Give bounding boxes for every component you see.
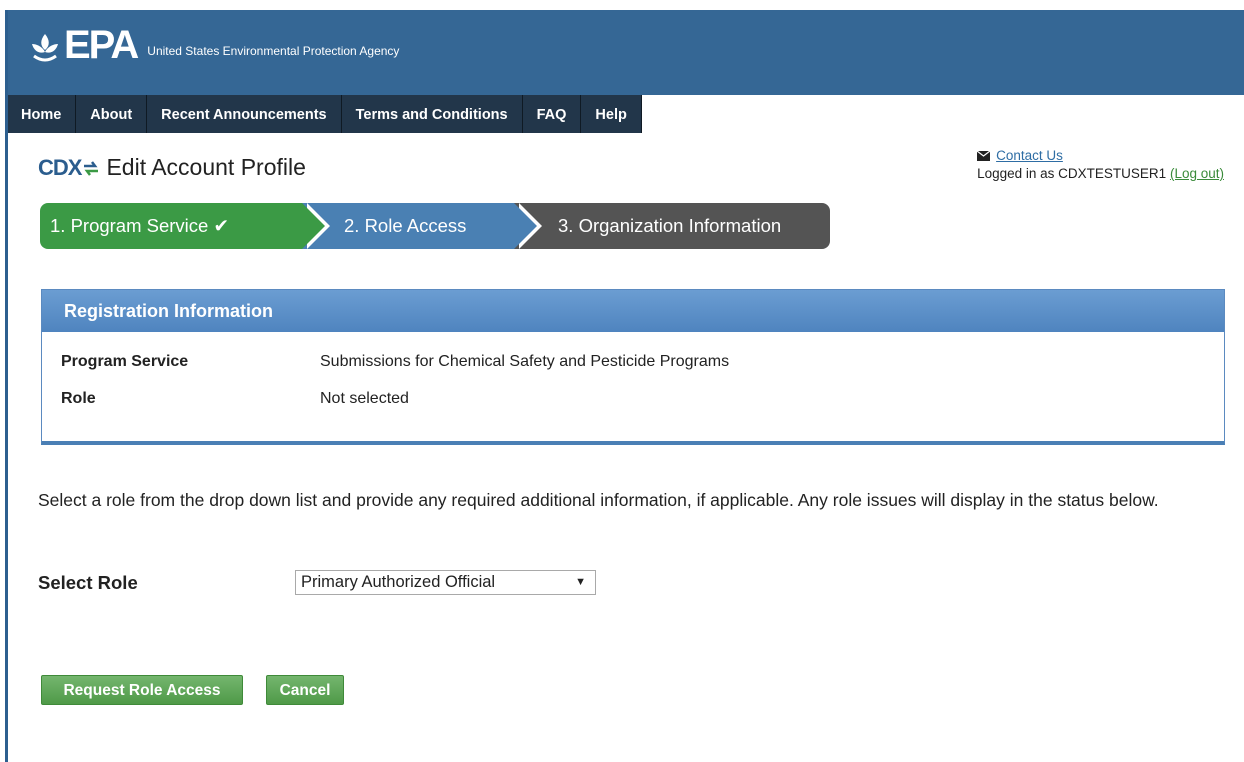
step-role-access[interactable]: 2. Role Access <box>302 203 542 249</box>
epa-wordmark: EPA <box>64 23 139 67</box>
nav-terms-and-conditions[interactable]: Terms and Conditions <box>341 95 523 133</box>
role-value: Not selected <box>320 390 409 407</box>
masthead: EPA United States Environmental Protecti… <box>8 10 1244 95</box>
epa-logo[interactable]: EPA United States Environmental Protecti… <box>30 23 400 67</box>
program-service-label: Program Service <box>61 353 189 370</box>
registration-information-panel: Registration Information Program Service… <box>41 289 1225 445</box>
page-container: EPA United States Environmental Protecti… <box>5 10 1244 762</box>
step-1-label: 1. Program Service <box>50 215 209 236</box>
role-select-value: Primary Authorized Official <box>301 573 496 591</box>
cdx-exchange-arrows-icon <box>84 160 99 176</box>
step-program-service[interactable]: 1. Program Service ✔ <box>40 203 330 249</box>
cdx-wordmark: CDX <box>38 154 82 180</box>
step-3-label: 3. Organization Information <box>558 215 782 236</box>
contact-us-row: Contact Us <box>977 148 1224 163</box>
logout-link[interactable]: (Log out) <box>1170 166 1224 181</box>
envelope-icon <box>977 150 991 161</box>
instructions-text: Select a role from the drop down list an… <box>38 490 1159 510</box>
request-role-access-button[interactable]: Request Role Access <box>41 675 243 705</box>
logged-in-text: Logged in as CDXTESTUSER1 <box>977 166 1167 181</box>
nav-recent-announcements[interactable]: Recent Announcements <box>147 95 342 133</box>
program-service-row: Program Service Submissions for Chemical… <box>61 353 729 371</box>
logged-in-status: Logged in as CDXTESTUSER1 (Log out) <box>977 166 1224 181</box>
nav-faq[interactable]: FAQ <box>522 95 582 133</box>
panel-heading: Registration Information <box>42 290 1224 332</box>
select-role-label: Select Role <box>38 571 138 593</box>
program-service-value: Submissions for Chemical Safety and Pest… <box>320 353 730 370</box>
dropdown-caret-icon: ▼ <box>575 576 586 588</box>
checkmark-icon: ✔ <box>213 215 229 236</box>
nav-home[interactable]: Home <box>8 95 77 133</box>
role-select[interactable]: Primary Authorized Official ▼ <box>295 570 596 595</box>
role-label: Role <box>61 390 96 407</box>
step-2-label: 2. Role Access <box>344 215 467 236</box>
nav-about[interactable]: About <box>76 95 148 133</box>
progress-steps: 1. Program Service ✔ 2. Role Access 3. O… <box>40 203 830 249</box>
step-organization-information[interactable]: 3. Organization Information <box>514 203 830 249</box>
step-arrow <box>302 203 325 249</box>
epa-flower-icon <box>32 34 58 62</box>
agency-name: United States Environmental Protection A… <box>147 44 400 58</box>
nav-help[interactable]: Help <box>581 95 642 133</box>
cancel-button[interactable]: Cancel <box>266 675 344 705</box>
contact-us-link[interactable]: Contact Us <box>996 148 1063 163</box>
select-role-row: Select Role Primary Authorized Official … <box>38 570 596 595</box>
account-info: Contact Us Logged in as CDXTESTUSER1 (Lo… <box>977 148 1224 181</box>
page-header: CDX Edit Account Profile <box>38 154 306 181</box>
role-row: Role Not selected <box>61 390 409 408</box>
page-title: Edit Account Profile <box>106 154 306 180</box>
main-nav: Home About Recent Announcements Terms an… <box>8 95 642 133</box>
cdx-logo: CDX <box>38 155 100 181</box>
step-arrow <box>514 203 537 249</box>
